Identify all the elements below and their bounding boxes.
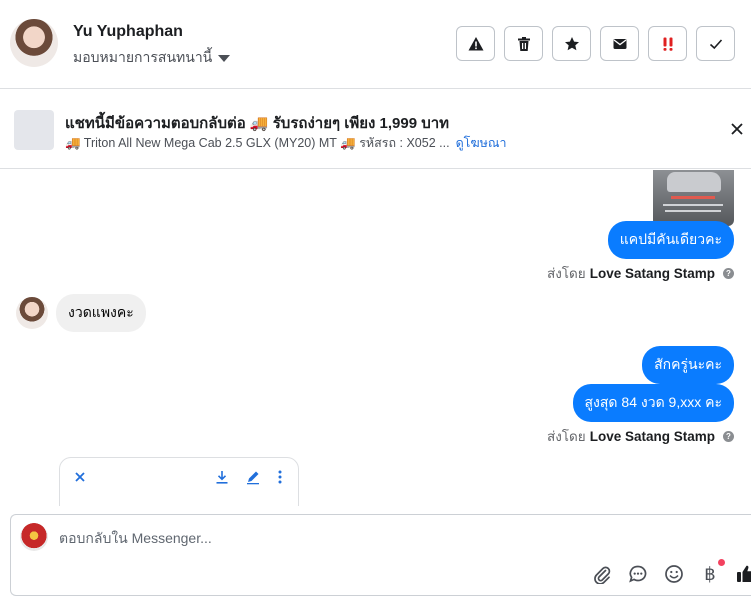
header-actions xyxy=(456,26,735,61)
mark-unread-button[interactable] xyxy=(600,26,639,61)
conversation-header: Yu Yuphaphan มอบหมายการสนทนานี้ xyxy=(0,0,751,89)
emoji-icon xyxy=(665,565,683,583)
close-icon[interactable] xyxy=(72,469,88,485)
user-name[interactable]: Yu Yuphaphan xyxy=(73,23,183,41)
edit-icon[interactable] xyxy=(245,469,261,485)
sender-name: Love Satang Stamp xyxy=(589,265,715,281)
warning-icon xyxy=(468,36,483,50)
download-icon[interactable] xyxy=(214,469,230,485)
report-button[interactable] xyxy=(456,26,495,61)
message-bubble-outgoing[interactable]: แคปมีคันเดียวคะ xyxy=(607,221,734,259)
delete-button[interactable] xyxy=(504,26,543,61)
like-button[interactable] xyxy=(735,563,751,585)
help-icon[interactable]: ? xyxy=(723,430,734,442)
ad-context-bar: แชทนี้มีข้อความตอบกลับต่อ 🚚 รับรถง่ายๆ เ… xyxy=(0,89,751,169)
star-button[interactable] xyxy=(552,26,591,61)
composer-tools: ฿ xyxy=(591,559,751,585)
payment-button[interactable]: ฿ xyxy=(699,559,725,585)
ad-thumbnail xyxy=(14,110,54,150)
thumbs-up-icon xyxy=(737,565,751,582)
emoji-button[interactable] xyxy=(663,563,685,585)
spam-button[interactable] xyxy=(648,26,687,61)
ad-subtitle: 🚚 Triton All New Mega Cab 2.5 GLX (MY20)… xyxy=(65,136,450,150)
saved-replies-button[interactable] xyxy=(627,563,649,585)
mark-done-button[interactable] xyxy=(696,26,735,61)
star-icon xyxy=(564,36,579,50)
reply-input[interactable] xyxy=(59,527,579,549)
baht-icon: ฿ xyxy=(704,563,716,585)
trash-icon xyxy=(517,36,530,51)
notification-dot xyxy=(718,559,725,566)
spam-icon xyxy=(663,37,672,51)
user-avatar[interactable] xyxy=(10,19,58,67)
attach-button[interactable] xyxy=(591,563,613,585)
sent-by-label: ส่งโดย Love Satang Stamp ? xyxy=(547,262,734,284)
view-ad-link[interactable]: ดูโฆษณา xyxy=(456,133,507,153)
assign-conversation-dropdown[interactable]: มอบหมายการสนทนานี้ xyxy=(73,47,231,69)
attachment-preview-card xyxy=(59,457,299,506)
paperclip-icon xyxy=(594,566,611,584)
page-avatar xyxy=(20,523,48,551)
message-thread[interactable]: แคปมีคันเดียวคะ ส่งโดย Love Satang Stamp… xyxy=(0,170,751,506)
message-bubble-outgoing[interactable]: สักครู่นะคะ xyxy=(642,346,734,384)
user-avatar-small xyxy=(16,297,48,329)
assign-label: มอบหมายการสนทนานี้ xyxy=(73,49,213,65)
message-bubble-outgoing[interactable]: สูงสุด 84 งวด 9,xxx คะ xyxy=(572,384,734,422)
sent-by-label: ส่งโดย Love Satang Stamp ? xyxy=(547,425,734,447)
close-icon[interactable] xyxy=(729,121,745,137)
message-bubble-incoming[interactable]: งวดแพงคะ xyxy=(56,294,146,332)
mail-icon xyxy=(613,38,626,49)
check-icon xyxy=(709,38,722,49)
more-options-icon[interactable] xyxy=(272,469,288,485)
sender-name: Love Satang Stamp xyxy=(589,428,715,444)
caret-down-icon xyxy=(218,55,231,62)
image-attachment[interactable] xyxy=(653,170,734,226)
help-icon[interactable]: ? xyxy=(723,267,734,279)
chat-bubble-icon xyxy=(629,565,647,583)
reply-composer: ฿ xyxy=(10,514,751,596)
ad-title: แชทนี้มีข้อความตอบกลับต่อ 🚚 รับรถง่ายๆ เ… xyxy=(65,115,450,132)
ad-subtitle-row: 🚚 Triton All New Mega Cab 2.5 GLX (MY20)… xyxy=(65,133,507,153)
